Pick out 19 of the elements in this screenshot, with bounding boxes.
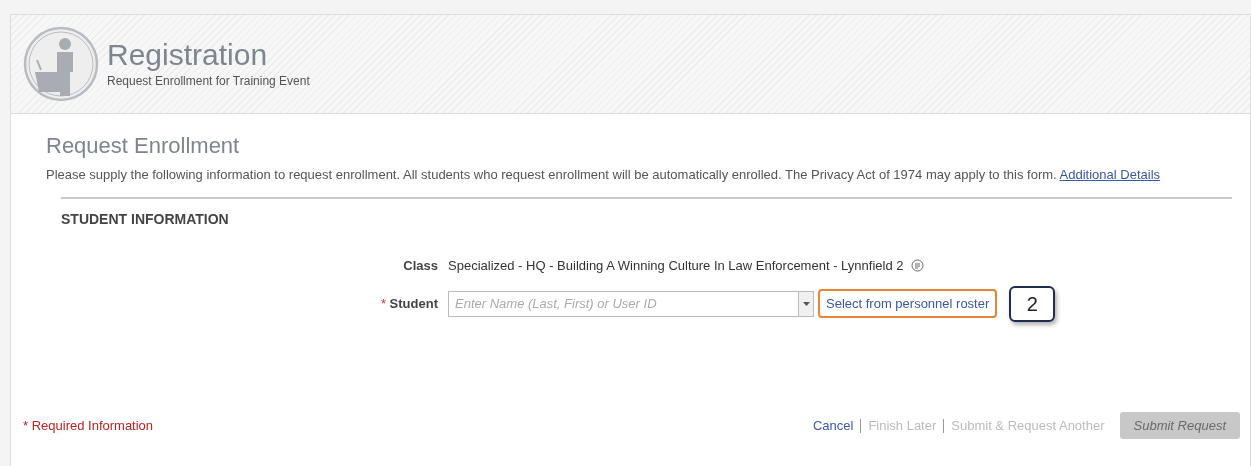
page-title: Registration <box>107 38 269 72</box>
required-note: * Required Information <box>23 416 154 435</box>
dropdown-button[interactable] <box>798 290 814 317</box>
form-title: Request Enrollment <box>46 132 241 160</box>
step-callout: 2 <box>1009 285 1056 322</box>
page-subtitle: Request Enrollment for Training Event <box>107 73 310 90</box>
student-field[interactable]: Enter Name (Last, First) or User ID <box>448 290 798 317</box>
roster-link[interactable]: Select from personnel roster <box>818 288 998 319</box>
person-at-desk-icon <box>23 26 99 102</box>
section-heading: STUDENT INFORMATION <box>61 210 230 229</box>
required-mark: * <box>380 295 386 311</box>
details-icon[interactable] <box>911 259 925 273</box>
class-label: Class <box>402 257 438 275</box>
intro-text: Please supply the following information to request enrollment. All students who request enrollment will be automatically enrolled. The Privacy Act of 1974 may apply to this form. Additional Details <box>46 166 1162 183</box>
additional-details-link[interactable]: Additional Details <box>1059 167 1161 182</box>
footer-link[interactable]: Cancel <box>812 415 854 436</box>
caret-icon <box>802 301 810 306</box>
class-value: Specialized - HQ - Building A Winning Culture In Law Enforcement - Lynnfield 2 <box>448 257 904 275</box>
student-label: Student <box>389 295 438 311</box>
